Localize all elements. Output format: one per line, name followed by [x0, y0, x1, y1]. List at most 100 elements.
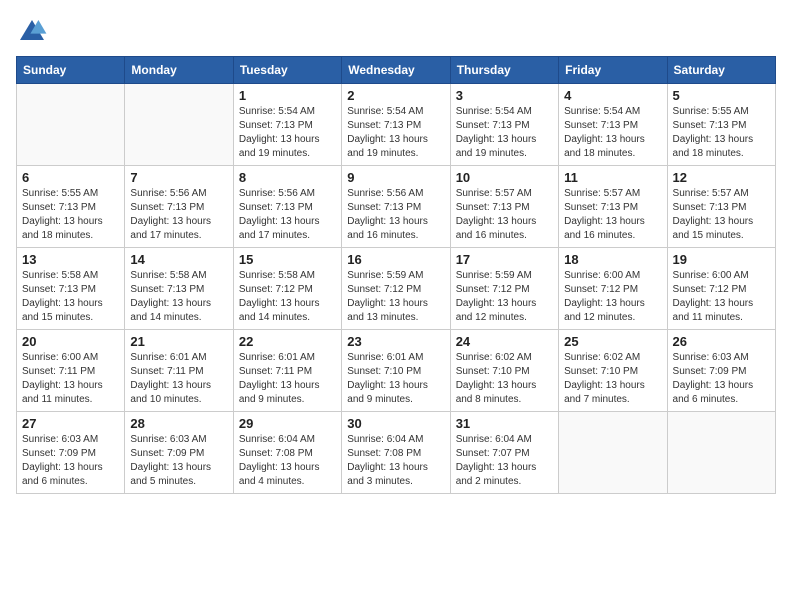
calendar-week-4: 20 Sunrise: 6:00 AM Sunset: 7:11 PM Dayli…: [17, 330, 776, 412]
day-number: 11: [564, 170, 661, 185]
calendar-cell: 4 Sunrise: 5:54 AM Sunset: 7:13 PM Daylig…: [559, 84, 667, 166]
day-info: Sunrise: 5:55 AM Sunset: 7:13 PM Dayligh…: [673, 105, 770, 161]
day-header-thursday: Thursday: [450, 57, 558, 84]
calendar-cell: 20 Sunrise: 6:00 AM Sunset: 7:11 PM Dayli…: [17, 330, 125, 412]
day-info: Sunrise: 6:03 AM Sunset: 7:09 PM Dayligh…: [130, 433, 227, 489]
day-number: 6: [22, 170, 119, 185]
calendar-cell: 31 Sunrise: 6:04 AM Sunset: 7:07 PM Dayli…: [450, 412, 558, 494]
day-number: 31: [456, 416, 553, 431]
calendar-cell: [559, 412, 667, 494]
day-number: 9: [347, 170, 444, 185]
day-info: Sunrise: 5:56 AM Sunset: 7:13 PM Dayligh…: [347, 187, 444, 243]
logo-icon: [16, 16, 48, 48]
day-info: Sunrise: 5:57 AM Sunset: 7:13 PM Dayligh…: [564, 187, 661, 243]
day-info: Sunrise: 6:03 AM Sunset: 7:09 PM Dayligh…: [673, 351, 770, 407]
day-number: 27: [22, 416, 119, 431]
calendar-cell: 10 Sunrise: 5:57 AM Sunset: 7:13 PM Dayli…: [450, 166, 558, 248]
calendar-week-3: 13 Sunrise: 5:58 AM Sunset: 7:13 PM Dayli…: [17, 248, 776, 330]
day-number: 29: [239, 416, 336, 431]
day-number: 5: [673, 88, 770, 103]
day-info: Sunrise: 5:58 AM Sunset: 7:12 PM Dayligh…: [239, 269, 336, 325]
calendar-cell: 1Sunrise: 5:54 AM Sunset: 7:13 PM Daylig…: [233, 84, 341, 166]
calendar-cell: 13 Sunrise: 5:58 AM Sunset: 7:13 PM Dayli…: [17, 248, 125, 330]
calendar: SundayMondayTuesdayWednesdayThursdayFrid…: [16, 56, 776, 494]
day-info: Sunrise: 5:56 AM Sunset: 7:13 PM Dayligh…: [130, 187, 227, 243]
day-info: Sunrise: 5:57 AM Sunset: 7:13 PM Dayligh…: [456, 187, 553, 243]
day-number: 24: [456, 334, 553, 349]
day-number: 19: [673, 252, 770, 267]
calendar-cell: 21 Sunrise: 6:01 AM Sunset: 7:11 PM Dayli…: [125, 330, 233, 412]
day-info: Sunrise: 6:00 AM Sunset: 7:11 PM Dayligh…: [22, 351, 119, 407]
calendar-header-row: SundayMondayTuesdayWednesdayThursdayFrid…: [17, 57, 776, 84]
calendar-cell: 15 Sunrise: 5:58 AM Sunset: 7:12 PM Dayli…: [233, 248, 341, 330]
day-number: 16: [347, 252, 444, 267]
calendar-cell: 22 Sunrise: 6:01 AM Sunset: 7:11 PM Dayli…: [233, 330, 341, 412]
calendar-cell: 16 Sunrise: 5:59 AM Sunset: 7:12 PM Dayli…: [342, 248, 450, 330]
day-number: 18: [564, 252, 661, 267]
day-info: Sunrise: 6:04 AM Sunset: 7:08 PM Dayligh…: [239, 433, 336, 489]
day-number: 15: [239, 252, 336, 267]
day-number: 12: [673, 170, 770, 185]
calendar-cell: 3Sunrise: 5:54 AM Sunset: 7:13 PM Daylig…: [450, 84, 558, 166]
day-header-tuesday: Tuesday: [233, 57, 341, 84]
day-number: 20: [22, 334, 119, 349]
calendar-cell: 9 Sunrise: 5:56 AM Sunset: 7:13 PM Daylig…: [342, 166, 450, 248]
calendar-cell: 23Sunrise: 6:01 AM Sunset: 7:10 PM Dayli…: [342, 330, 450, 412]
calendar-cell: 30Sunrise: 6:04 AM Sunset: 7:08 PM Dayli…: [342, 412, 450, 494]
calendar-cell: 11 Sunrise: 5:57 AM Sunset: 7:13 PM Dayli…: [559, 166, 667, 248]
calendar-cell: 14 Sunrise: 5:58 AM Sunset: 7:13 PM Dayli…: [125, 248, 233, 330]
day-info: Sunrise: 5:58 AM Sunset: 7:13 PM Dayligh…: [130, 269, 227, 325]
calendar-cell: 25 Sunrise: 6:02 AM Sunset: 7:10 PM Dayli…: [559, 330, 667, 412]
calendar-cell: 24 Sunrise: 6:02 AM Sunset: 7:10 PM Dayli…: [450, 330, 558, 412]
calendar-cell: 12Sunrise: 5:57 AM Sunset: 7:13 PM Dayli…: [667, 166, 775, 248]
day-number: 25: [564, 334, 661, 349]
calendar-cell: 26Sunrise: 6:03 AM Sunset: 7:09 PM Dayli…: [667, 330, 775, 412]
day-info: Sunrise: 6:01 AM Sunset: 7:11 PM Dayligh…: [130, 351, 227, 407]
day-info: Sunrise: 6:04 AM Sunset: 7:07 PM Dayligh…: [456, 433, 553, 489]
calendar-cell: 2 Sunrise: 5:54 AM Sunset: 7:13 PM Daylig…: [342, 84, 450, 166]
day-info: Sunrise: 5:55 AM Sunset: 7:13 PM Dayligh…: [22, 187, 119, 243]
calendar-week-1: 1Sunrise: 5:54 AM Sunset: 7:13 PM Daylig…: [17, 84, 776, 166]
day-header-monday: Monday: [125, 57, 233, 84]
day-number: 4: [564, 88, 661, 103]
calendar-cell: 27Sunrise: 6:03 AM Sunset: 7:09 PM Dayli…: [17, 412, 125, 494]
day-number: 10: [456, 170, 553, 185]
calendar-cell: 8Sunrise: 5:56 AM Sunset: 7:13 PM Daylig…: [233, 166, 341, 248]
calendar-cell: 18Sunrise: 6:00 AM Sunset: 7:12 PM Dayli…: [559, 248, 667, 330]
calendar-week-5: 27 Sunrise: 6:03 AM Sunset: 7:09 PM Dayli…: [17, 412, 776, 494]
day-number: 2: [347, 88, 444, 103]
day-number: 30: [347, 416, 444, 431]
day-info: Sunrise: 6:02 AM Sunset: 7:10 PM Dayligh…: [456, 351, 553, 407]
calendar-week-2: 6 Sunrise: 5:55 AM Sunset: 7:13 PM Daylig…: [17, 166, 776, 248]
day-info: Sunrise: 5:58 AM Sunset: 7:13 PM Dayligh…: [22, 269, 119, 325]
day-info: Sunrise: 6:01 AM Sunset: 7:11 PM Dayligh…: [239, 351, 336, 407]
day-info: Sunrise: 6:02 AM Sunset: 7:10 PM Dayligh…: [564, 351, 661, 407]
day-number: 7: [130, 170, 227, 185]
page-header: [16, 16, 776, 48]
day-header-friday: Friday: [559, 57, 667, 84]
day-info: Sunrise: 5:54 AM Sunset: 7:13 PM Dayligh…: [456, 105, 553, 161]
day-number: 14: [130, 252, 227, 267]
day-info: Sunrise: 5:59 AM Sunset: 7:12 PM Dayligh…: [456, 269, 553, 325]
calendar-cell: [125, 84, 233, 166]
calendar-cell: 7 Sunrise: 5:56 AM Sunset: 7:13 PM Daylig…: [125, 166, 233, 248]
logo: [16, 16, 52, 48]
calendar-cell: 28 Sunrise: 6:03 AM Sunset: 7:09 PM Dayli…: [125, 412, 233, 494]
day-info: Sunrise: 5:56 AM Sunset: 7:13 PM Dayligh…: [239, 187, 336, 243]
day-number: 13: [22, 252, 119, 267]
day-number: 17: [456, 252, 553, 267]
day-info: Sunrise: 6:00 AM Sunset: 7:12 PM Dayligh…: [673, 269, 770, 325]
calendar-cell: 19 Sunrise: 6:00 AM Sunset: 7:12 PM Dayli…: [667, 248, 775, 330]
calendar-cell: 17 Sunrise: 5:59 AM Sunset: 7:12 PM Dayli…: [450, 248, 558, 330]
calendar-cell: 5 Sunrise: 5:55 AM Sunset: 7:13 PM Daylig…: [667, 84, 775, 166]
day-number: 22: [239, 334, 336, 349]
day-number: 28: [130, 416, 227, 431]
day-header-wednesday: Wednesday: [342, 57, 450, 84]
calendar-cell: 6 Sunrise: 5:55 AM Sunset: 7:13 PM Daylig…: [17, 166, 125, 248]
day-info: Sunrise: 5:54 AM Sunset: 7:13 PM Dayligh…: [347, 105, 444, 161]
day-info: Sunrise: 5:59 AM Sunset: 7:12 PM Dayligh…: [347, 269, 444, 325]
day-info: Sunrise: 5:54 AM Sunset: 7:13 PM Dayligh…: [564, 105, 661, 161]
calendar-cell: 29 Sunrise: 6:04 AM Sunset: 7:08 PM Dayli…: [233, 412, 341, 494]
day-number: 21: [130, 334, 227, 349]
day-number: 23: [347, 334, 444, 349]
